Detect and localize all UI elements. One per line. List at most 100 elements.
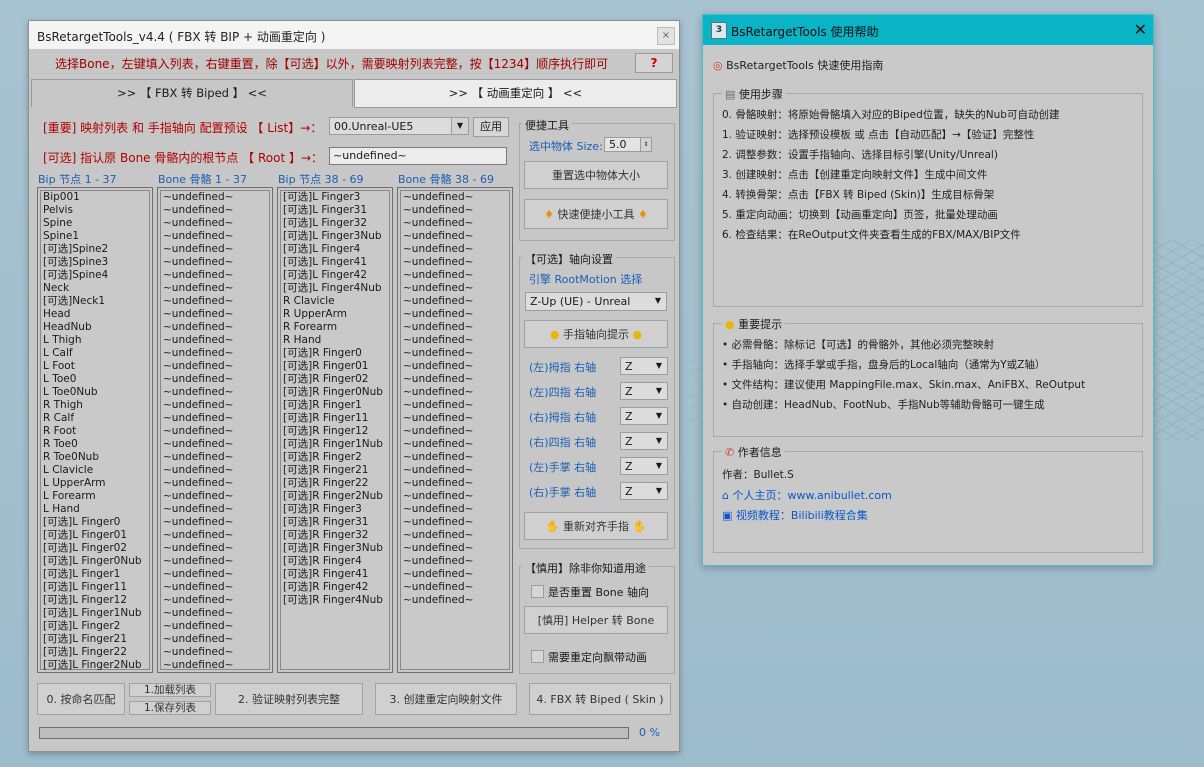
list-item[interactable]: [可选]L Finger42 <box>281 269 389 282</box>
list-item[interactable]: [可选]L Finger2 <box>41 620 149 633</box>
list-item[interactable]: ~undefined~ <box>161 568 269 581</box>
list-item[interactable]: [可选]L Finger4Nub <box>281 282 389 295</box>
main-titlebar[interactable]: BsRetargetTools_v4.4 ( FBX 转 BIP + 动画重定向… <box>29 21 679 49</box>
root-field[interactable]: ~undefined~ <box>329 147 507 165</box>
list-item[interactable]: ~undefined~ <box>161 230 269 243</box>
list-item[interactable]: ~undefined~ <box>401 464 509 477</box>
axis-select[interactable]: Z ▼ <box>620 357 668 375</box>
list-item[interactable]: L Forearm <box>41 490 149 503</box>
list-item[interactable]: [可选]Neck1 <box>41 295 149 308</box>
list-item[interactable]: R UpperArm <box>281 308 389 321</box>
list-item[interactable]: L Thigh <box>41 334 149 347</box>
list-item[interactable]: [可选]L Finger12 <box>41 594 149 607</box>
list-item[interactable]: ~undefined~ <box>401 399 509 412</box>
list-item[interactable]: ~undefined~ <box>161 399 269 412</box>
list-item[interactable]: [可选]R Finger1Nub <box>281 438 389 451</box>
list-item[interactable]: [可选]R Finger02 <box>281 373 389 386</box>
list-item[interactable]: Spine <box>41 217 149 230</box>
list-item[interactable]: [可选]L Finger3Nub <box>281 230 389 243</box>
list-item[interactable]: ~undefined~ <box>401 568 509 581</box>
help-titlebar[interactable]: 3 BsRetargetTools 使用帮助 ✕ <box>703 15 1153 45</box>
list-item[interactable]: ~undefined~ <box>161 464 269 477</box>
bone-list-1[interactable]: ~undefined~ ~undefined~ ~undefined~ ~undefi… <box>157 187 273 673</box>
list-item[interactable]: ~undefined~ <box>161 542 269 555</box>
apply-button[interactable]: 应用 <box>473 117 509 137</box>
list-item[interactable]: ~undefined~ <box>161 620 269 633</box>
list-item[interactable]: ~undefined~ <box>161 594 269 607</box>
helper-to-bone-button[interactable]: [慎用] Helper 转 Bone <box>524 606 668 634</box>
list-item[interactable]: [可选]R Finger21 <box>281 464 389 477</box>
list-item[interactable]: ~undefined~ <box>401 386 509 399</box>
list-item[interactable]: ~undefined~ <box>161 217 269 230</box>
list-item[interactable]: ~undefined~ <box>161 295 269 308</box>
list-item[interactable]: Neck <box>41 282 149 295</box>
tab-retarget[interactable]: >> 【 动画重定向 】 << <box>354 79 677 108</box>
load-list-button[interactable]: 1.加载列表 <box>129 683 211 697</box>
list-item[interactable]: ~undefined~ <box>401 204 509 217</box>
list-item[interactable]: ~undefined~ <box>401 490 509 503</box>
list-item[interactable]: [可选]L Finger4 <box>281 243 389 256</box>
list-item[interactable]: [可选]L Finger1Nub <box>41 607 149 620</box>
list-item[interactable]: R Hand <box>281 334 389 347</box>
list-item[interactable]: L Clavicle <box>41 464 149 477</box>
list-item[interactable]: ~undefined~ <box>401 451 509 464</box>
list-item[interactable]: ~undefined~ <box>161 412 269 425</box>
list-item[interactable]: [可选]R Finger2Nub <box>281 490 389 503</box>
list-item[interactable]: ~undefined~ <box>161 503 269 516</box>
axis-select[interactable]: Z ▼ <box>620 482 668 500</box>
list-item[interactable]: ~undefined~ <box>161 308 269 321</box>
list-item[interactable]: ~undefined~ <box>161 321 269 334</box>
list-item[interactable]: [可选]L Finger21 <box>41 633 149 646</box>
list-item[interactable]: ~undefined~ <box>161 360 269 373</box>
list-item[interactable]: [可选]L Finger32 <box>281 217 389 230</box>
list-item[interactable]: R Foot <box>41 425 149 438</box>
list-item[interactable]: L Toe0Nub <box>41 386 149 399</box>
list-item[interactable]: [可选]Spine2 <box>41 243 149 256</box>
list-item[interactable]: ~undefined~ <box>161 659 269 672</box>
bip-list-1[interactable]: Bip001 Pelvis Spine Spine1 [可选]Spine2 [可选]Spi… <box>37 187 153 673</box>
list-item[interactable]: [可选]L Finger22 <box>41 646 149 659</box>
reset-size-button[interactable]: 重置选中物体大小 <box>524 161 668 189</box>
list-item[interactable]: ~undefined~ <box>401 529 509 542</box>
list-item[interactable]: [可选]R Finger3 <box>281 503 389 516</box>
spinner-icon[interactable]: ⇕ <box>640 138 651 151</box>
list-item[interactable]: ~undefined~ <box>401 191 509 204</box>
list-item[interactable]: ~undefined~ <box>401 282 509 295</box>
quick-tools-button[interactable]: ♦ 快速便捷小工具 ♦ <box>524 199 668 229</box>
bone-list-2[interactable]: ~undefined~ ~undefined~ ~undefined~ ~undefi… <box>397 187 513 673</box>
list-item[interactable]: ~undefined~ <box>401 269 509 282</box>
list-item[interactable]: ~undefined~ <box>401 321 509 334</box>
list-item[interactable]: ~undefined~ <box>161 256 269 269</box>
list-item[interactable]: [可选]Spine4 <box>41 269 149 282</box>
list-item[interactable]: [可选]R Finger31 <box>281 516 389 529</box>
list-item[interactable]: ~undefined~ <box>401 542 509 555</box>
list-item[interactable]: ~undefined~ <box>401 230 509 243</box>
list-item[interactable]: ~undefined~ <box>401 334 509 347</box>
list-item[interactable]: ~undefined~ <box>401 217 509 230</box>
video-link[interactable]: ▣ 视频教程：Bilibili教程合集 <box>722 507 868 523</box>
list-item[interactable]: [可选]R Finger12 <box>281 425 389 438</box>
size-spinner[interactable]: 5.0 ⇕ <box>604 137 652 152</box>
list-item[interactable]: R Calf <box>41 412 149 425</box>
list-item[interactable]: [可选]R Finger32 <box>281 529 389 542</box>
list-item[interactable]: ~undefined~ <box>401 516 509 529</box>
list-item[interactable]: [可选]R Finger22 <box>281 477 389 490</box>
list-item[interactable]: [可选]R Finger42 <box>281 581 389 594</box>
list-item[interactable]: [可选]L Finger1 <box>41 568 149 581</box>
list-item[interactable]: [可选]L Finger41 <box>281 256 389 269</box>
list-item[interactable]: ~undefined~ <box>161 646 269 659</box>
list-item[interactable]: [可选]L Finger02 <box>41 542 149 555</box>
list-item[interactable]: ~undefined~ <box>401 256 509 269</box>
list-item[interactable]: [可选]R Finger01 <box>281 360 389 373</box>
list-item[interactable]: ~undefined~ <box>401 438 509 451</box>
list-item[interactable]: ~undefined~ <box>401 412 509 425</box>
list-item[interactable]: Pelvis <box>41 204 149 217</box>
list-item[interactable]: ~undefined~ <box>401 477 509 490</box>
list-item[interactable]: [可选]L Finger2Nub <box>41 659 149 672</box>
list-item[interactable]: ~undefined~ <box>161 490 269 503</box>
list-item[interactable]: L Hand <box>41 503 149 516</box>
list-item[interactable]: [可选]R Finger41 <box>281 568 389 581</box>
list-item[interactable]: [可选]R Finger2 <box>281 451 389 464</box>
list-item[interactable]: Spine1 <box>41 230 149 243</box>
list-item[interactable]: ~undefined~ <box>161 477 269 490</box>
